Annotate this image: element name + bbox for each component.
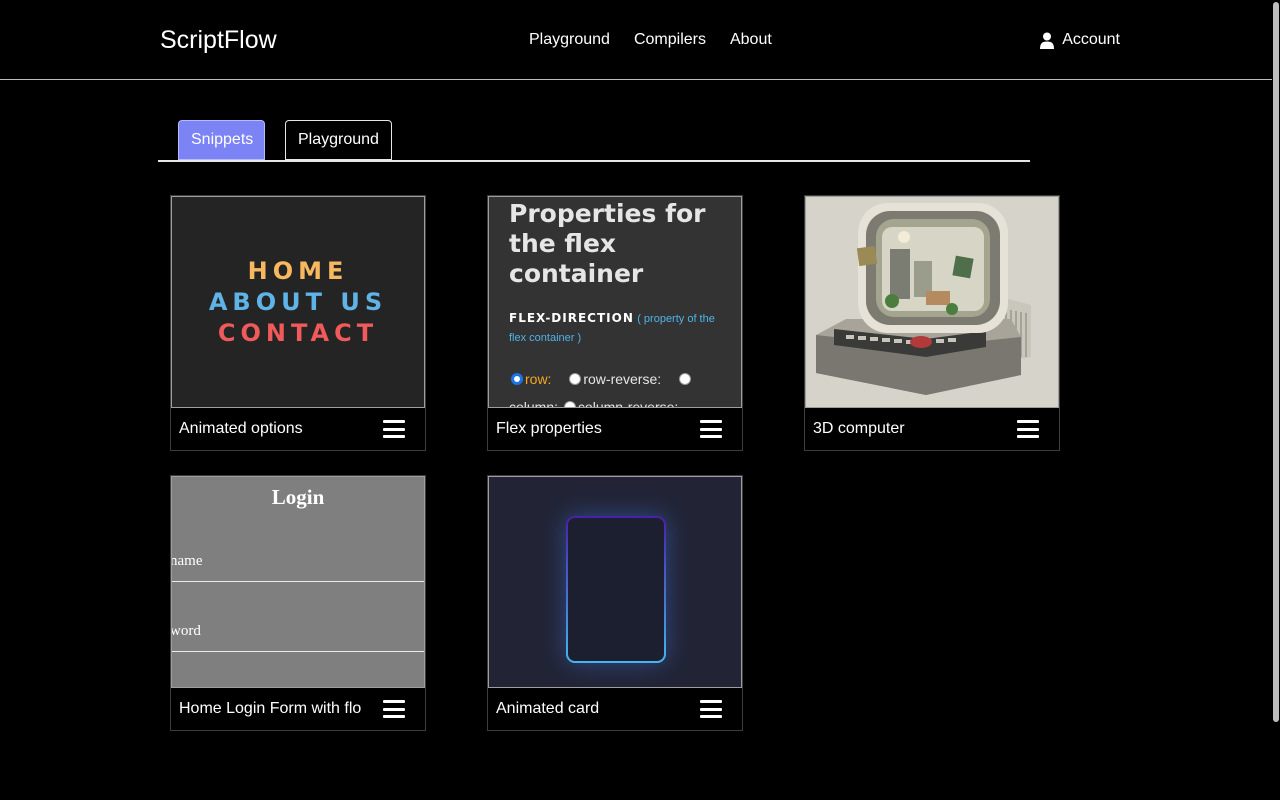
snippet-card[interactable]: 3D computer (804, 195, 1060, 451)
radio-row[interactable] (511, 373, 523, 385)
preview-heading: Login (271, 485, 325, 509)
snippet-card[interactable]: HOME ABOUT US CONTACT Animated options (170, 195, 426, 451)
radio-label: column: (509, 399, 559, 408)
snippet-card[interactable]: Animated card (487, 475, 743, 731)
nav-about[interactable]: About (730, 31, 772, 49)
card-footer: Flex properties (488, 408, 742, 450)
preview-field-label: word (171, 623, 201, 639)
snippet-card[interactable]: Login name word Home Login Form with flo (170, 475, 426, 731)
preview-text: HOME (247, 256, 349, 285)
computer-illustration (816, 203, 1031, 395)
tab-playground[interactable]: Playground (285, 120, 392, 160)
scrollbar[interactable] (1272, 0, 1280, 800)
preview-property: FLEX-DIRECTION ( property of the flex co… (509, 309, 721, 347)
user-icon (1040, 32, 1055, 49)
tab-bar: Snippets Playground (158, 120, 1030, 162)
card-title[interactable]: 3D computer (813, 420, 905, 438)
navbar: ScriptFlow Playground Compilers About Ac… (0, 0, 1280, 80)
snippet-preview[interactable] (805, 196, 1059, 408)
menu-icon[interactable] (700, 700, 722, 718)
preview-property-name: FLEX-DIRECTION (509, 311, 634, 325)
card-title[interactable]: Home Login Form with flo (179, 700, 361, 718)
radio-label: column-reverse: (577, 399, 679, 408)
radio-label: row: (525, 371, 552, 387)
preview-field-line (172, 651, 424, 652)
scrollbar-thumb[interactable] (1273, 2, 1279, 722)
snippet-preview[interactable] (488, 476, 742, 688)
radio-column-reverse[interactable] (563, 401, 576, 407)
preview-text: ABOUT US (208, 287, 388, 316)
account-label: Account (1062, 31, 1120, 48)
menu-icon[interactable] (383, 420, 405, 438)
brand-logo[interactable]: ScriptFlow (160, 26, 277, 55)
radio-row-reverse[interactable] (569, 373, 582, 385)
radio-column[interactable] (679, 373, 692, 385)
snippet-preview[interactable]: Properties for the flex container FLEX-D… (488, 196, 742, 408)
radio-label: row-reverse: (583, 371, 662, 387)
preview-field-label: name (171, 553, 203, 569)
preview-text: CONTACT (217, 318, 379, 347)
nav-compilers[interactable]: Compilers (634, 31, 706, 49)
card-title[interactable]: Animated options (179, 420, 303, 438)
card-title[interactable]: Flex properties (496, 420, 602, 438)
card-footer: Home Login Form with flo (171, 688, 425, 730)
snippet-preview[interactable]: HOME ABOUT US CONTACT (171, 196, 425, 408)
preview-field-line (172, 581, 424, 582)
menu-icon[interactable] (383, 700, 405, 718)
nav-playground[interactable]: Playground (529, 31, 610, 49)
account-button[interactable]: Account (1040, 31, 1120, 49)
snippet-preview[interactable]: Login name word (171, 476, 425, 688)
tab-snippets[interactable]: Snippets (178, 120, 265, 160)
preview-heading: Properties for the flex container (509, 199, 706, 288)
menu-icon[interactable] (1017, 420, 1039, 438)
card-footer: Animated options (171, 408, 425, 450)
card-title[interactable]: Animated card (496, 700, 599, 718)
card-footer: Animated card (488, 688, 742, 730)
card-footer: 3D computer (805, 408, 1059, 450)
nav-links: Playground Compilers About (529, 31, 796, 49)
menu-icon[interactable] (700, 420, 722, 438)
glow-card-illustration (566, 516, 666, 663)
preview-radio-group: row: row-reverse: column: column-reverse… (509, 365, 721, 408)
snippet-card[interactable]: Properties for the flex container FLEX-D… (487, 195, 743, 451)
